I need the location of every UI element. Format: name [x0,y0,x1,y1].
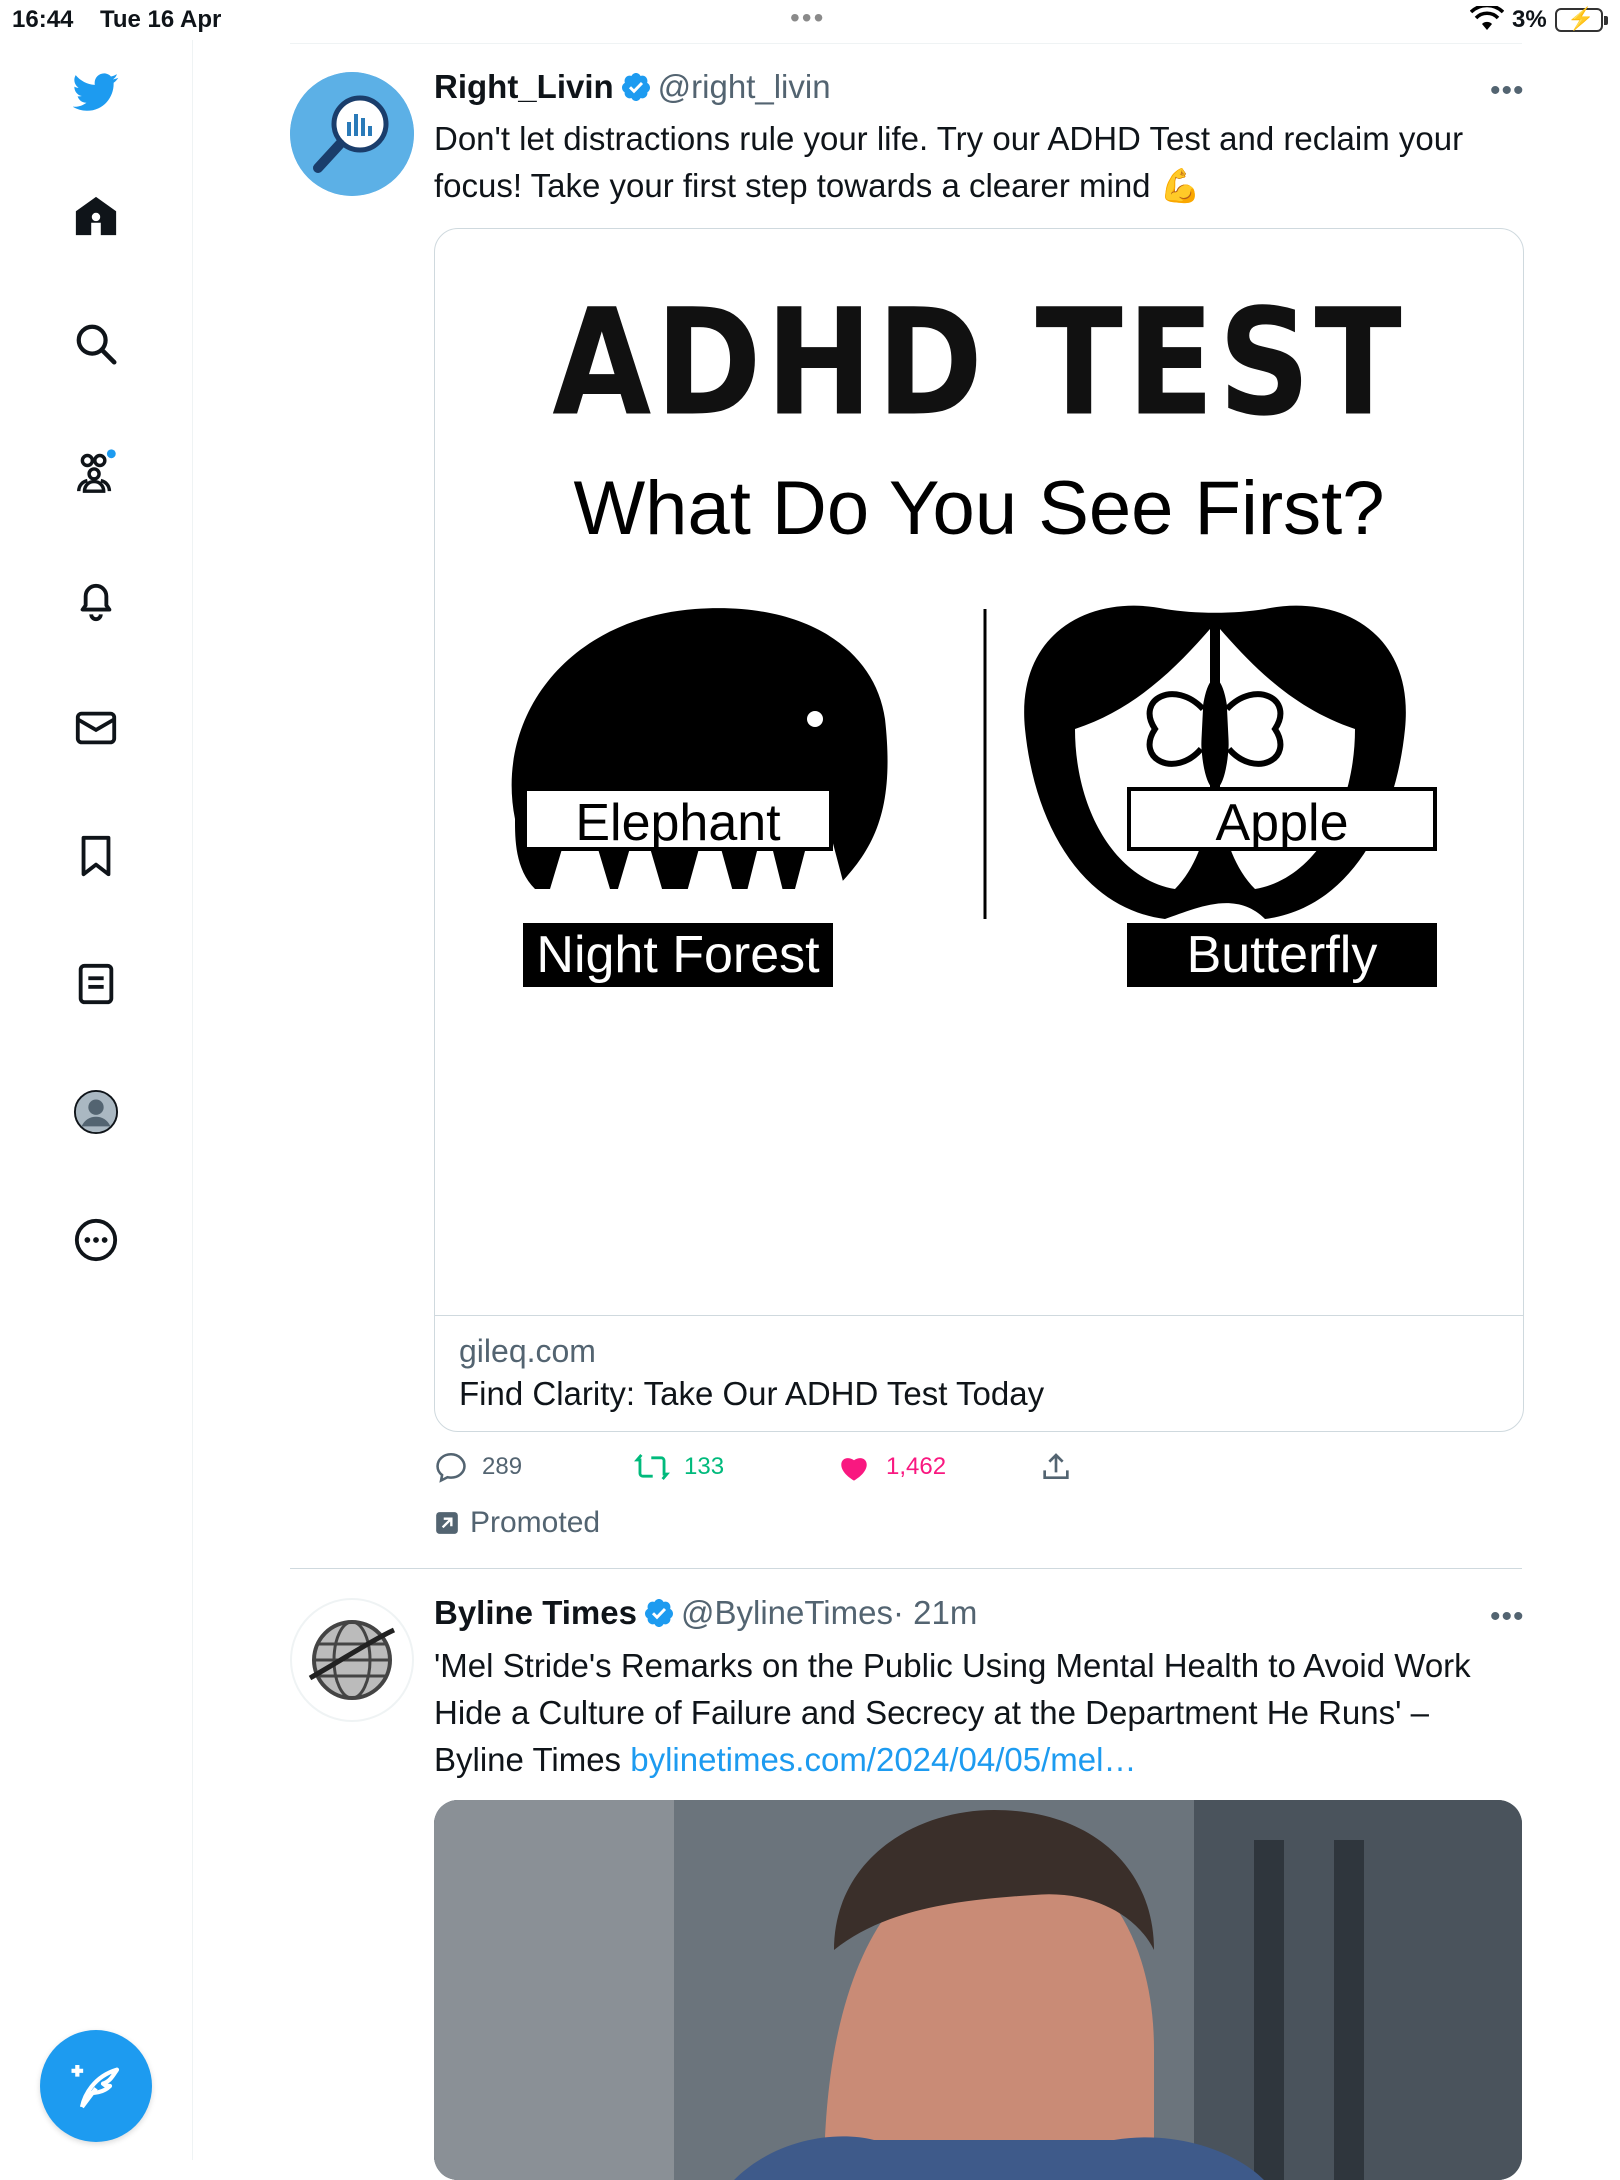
tweet-time[interactable]: · 21m [893,1594,977,1631]
tweet-photo[interactable] [434,1800,1522,2180]
elephant-apple-illustration [511,605,1406,919]
author-name[interactable]: Right_Livin [434,68,614,105]
like-count: 1,462 [886,1453,947,1480]
man-portrait-image [434,1800,1522,2180]
tweet-text-line: Byline Times bylinetimes.com/2024/04/05/… [434,1736,1534,1783]
battery-percent: 3% [1512,6,1547,33]
wifi-icon [1469,3,1505,39]
verified-badge-icon [621,73,650,101]
promoted-arrow-icon [436,1512,458,1534]
tweet-text-prefix: Byline Times [434,1741,631,1778]
home-icon[interactable] [70,190,122,242]
share-icon [1043,1453,1069,1479]
notifications-bell-icon[interactable] [70,574,122,626]
share-button[interactable] [1040,1450,1072,1484]
status-bar: 16:44 Tue 16 Apr ••• 3% ⚡ [0,0,1620,40]
tweet-text: 'Mel Stride's Remarks on the Public Usin… [434,1642,1534,1783]
tweet-text-line: focus! Take your first step towards a cl… [434,167,1201,204]
tweet-more-icon[interactable]: ••• [1490,74,1525,108]
communities-icon[interactable] [70,446,122,498]
tweet-actions: 289 133 1,462 [434,1450,1134,1500]
promoted-label: Promoted [434,1506,600,1540]
right-livin-avatar[interactable] [290,72,414,196]
adhd-test-image: ADHD TEST What Do You See First? Elephan… [435,229,1523,1316]
reply-icon [436,1452,466,1483]
card-caption: Find Clarity: Take Our ADHD Test Today [459,1375,1045,1412]
compose-tweet-button[interactable] [40,2030,152,2142]
verified-badge-icon [644,1599,674,1627]
option-butterfly: Butterfly [1127,923,1437,987]
like-button[interactable]: 1,462 [836,1450,946,1484]
magnifier-chart-logo-icon [290,72,414,196]
tweet-header: Byline Times @BylineTimes· 21m [434,1594,977,1632]
feather-plus-icon [71,2065,120,2109]
feed-top-divider [290,43,1522,44]
card-image-title: ADHD TEST [552,277,1406,450]
tweet-text-line: Hide a Culture of Failure and Secrecy at… [434,1694,1429,1731]
author-handle[interactable]: @right_livin [658,68,831,105]
retweet-button[interactable]: 133 [634,1450,724,1484]
sidebar [0,40,193,2160]
tweet-divider [290,1568,1522,1569]
reply-button[interactable]: 289 [434,1450,522,1484]
retweet-count: 133 [684,1453,725,1480]
status-date: Tue 16 Apr [100,6,222,33]
battery-icon: ⚡ [1555,6,1608,32]
tweet-text-line: 'Mel Stride's Remarks on the Public Usin… [434,1647,1471,1684]
option-elephant: Elephant [523,787,833,852]
author-name[interactable]: Byline Times [434,1594,637,1631]
messages-envelope-icon[interactable] [70,702,122,754]
promoted-text: Promoted [470,1506,601,1539]
author-handle[interactable]: @BylineTimes [681,1594,893,1631]
heart-icon [841,1458,867,1481]
article-link[interactable]: bylinetimes.com/2024/04/05/mel… [630,1741,1136,1778]
twitter-logo-icon[interactable] [70,66,122,118]
link-card[interactable]: ADHD TEST What Do You See First? Elephan… [434,228,1524,1432]
byline-times-avatar[interactable] [290,1598,414,1722]
tweet-text: Don't let distractions rule your life. T… [434,115,1534,209]
retweet-icon [634,1454,670,1480]
lists-icon[interactable] [70,958,122,1010]
bookmarks-icon[interactable] [70,830,122,882]
status-time: 16:44 [12,6,74,33]
tweet-header: Right_Livin @right_livin [434,68,831,106]
tweet-text-line: Don't let distractions rule your life. T… [434,120,1464,157]
profile-avatar-icon[interactable] [70,1086,122,1138]
card-image-subtitle: What Do You See First? [573,466,1385,551]
tweet-more-icon[interactable]: ••• [1490,1600,1525,1634]
reply-count: 289 [482,1453,523,1480]
option-night-forest: Night Forest [523,923,833,987]
option-apple: Apple [1127,787,1437,852]
card-domain: gileq.com [459,1333,596,1369]
multitasking-dots-icon[interactable]: ••• [790,2,825,34]
explore-search-icon[interactable] [70,318,122,370]
globe-logo-icon [308,1620,396,1700]
more-options-icon[interactable] [70,1214,122,1266]
